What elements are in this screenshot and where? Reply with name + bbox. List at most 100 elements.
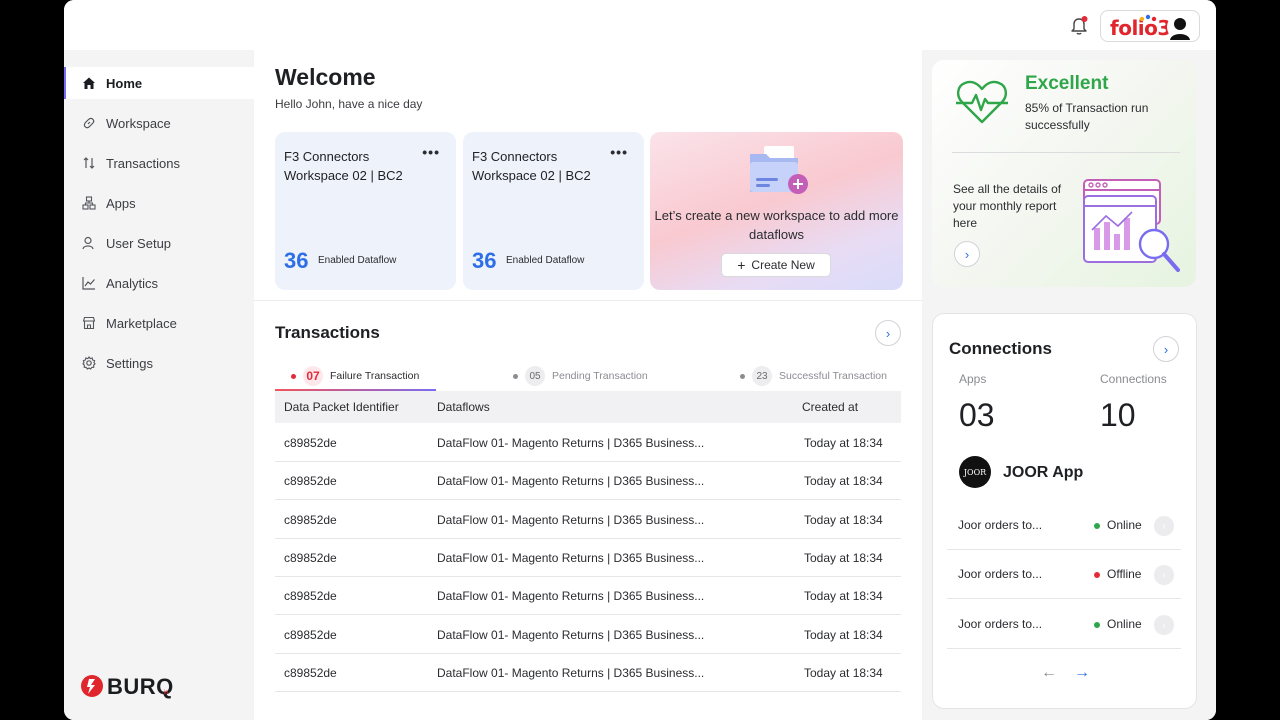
status-text: Online (1107, 617, 1142, 631)
sidebar-item-transactions[interactable]: Transactions (64, 147, 254, 179)
sidebar-item-label: Workspace (106, 115, 171, 131)
sidebar-item-analytics[interactable]: Analytics (64, 267, 254, 299)
link-icon (83, 117, 95, 129)
created-at: Today at 18:34 (804, 513, 883, 527)
created-at: Today at 18:34 (804, 628, 883, 642)
sidebar-item-workspace[interactable]: Workspace (64, 107, 254, 139)
more-menu-icon[interactable]: ••• (422, 144, 440, 160)
column-header: Created at (802, 400, 859, 414)
sidebar-item-user-setup[interactable]: User Setup (64, 227, 254, 259)
chevron-right-icon[interactable]: › (1154, 615, 1174, 635)
report-open-button[interactable]: › (954, 241, 980, 267)
workspace-card[interactable]: F3 Connectors Workspace 02 | BC2 ••• 36 … (463, 132, 644, 290)
created-at: Today at 18:34 (804, 474, 883, 488)
status-text: Offline (1107, 567, 1142, 581)
packet-id: c89852de (284, 513, 337, 527)
connection-row[interactable]: Joor orders to... Offline › (947, 550, 1181, 599)
chevron-right-icon: › (1163, 341, 1169, 357)
sidebar-item-label: Home (106, 75, 143, 91)
plus-icon: + (737, 257, 746, 273)
status-badge: Online (1094, 501, 1142, 550)
report-analytics-icon (1083, 179, 1180, 272)
connection-row[interactable]: Joor orders to... Online › (947, 501, 1181, 550)
dataflow-label: Enabled Dataflow (318, 255, 397, 266)
app-window: folio3 Home Workspace Transactions Apps … (64, 0, 1216, 720)
store-icon (82, 316, 96, 330)
sidebar-item-home[interactable]: Home (64, 67, 254, 99)
connections-next-button[interactable]: › (1153, 336, 1179, 362)
health-title: Excellent (1025, 73, 1109, 94)
sidebar: Home Workspace Transactions Apps User Se… (64, 50, 254, 720)
packet-id: c89852de (284, 628, 337, 642)
transactions-title: Transactions (275, 323, 380, 342)
column-header: Dataflows (437, 400, 490, 414)
sidebar-item-settings[interactable]: Settings (64, 347, 254, 379)
connections-title: Connections (949, 339, 1052, 358)
gear-icon (82, 356, 96, 370)
connections-count: 10 (1100, 397, 1136, 433)
new-workspace-card: Let’s create a new workspace to add more… (650, 132, 903, 290)
status-text: Online (1107, 518, 1142, 532)
table-row[interactable]: c89852de DataFlow 01- Magento Returns | … (275, 654, 901, 692)
table-row[interactable]: c89852de DataFlow 01- Magento Returns | … (275, 424, 901, 462)
bell-icon[interactable] (1068, 14, 1090, 36)
account-switcher[interactable]: folio3 (1100, 10, 1200, 42)
apps-label: Apps (959, 372, 987, 386)
created-at: Today at 18:34 (804, 436, 883, 450)
chart-icon (82, 277, 95, 290)
status-dot (1094, 522, 1100, 529)
tab-label: Successful Transaction (779, 370, 887, 382)
dataflow-name: DataFlow 01- Magento Returns | D365 Busi… (437, 551, 705, 565)
table-row[interactable]: c89852de DataFlow 01- Magento Returns | … (275, 501, 901, 539)
created-at: Today at 18:34 (804, 666, 883, 680)
connection-name: Joor orders to... (958, 617, 1043, 631)
packet-id: c89852de (284, 666, 337, 680)
dataflow-name: DataFlow 01- Magento Returns | D365 Busi… (437, 628, 705, 642)
chevron-right-icon: › (885, 325, 891, 341)
table-row[interactable]: c89852de DataFlow 01- Magento Returns | … (275, 577, 901, 615)
dataflow-name: DataFlow 01- Magento Returns | D365 Busi… (437, 513, 705, 527)
chevron-right-icon[interactable]: › (1154, 565, 1174, 585)
greeting-text: Hello John, have a nice day (275, 97, 423, 111)
table-row[interactable]: c89852de DataFlow 01- Magento Returns | … (275, 616, 901, 654)
sidebar-item-apps[interactable]: Apps (64, 187, 254, 219)
status-dot (513, 373, 518, 379)
tab-pending[interactable]: 05 Pending Transaction (513, 361, 648, 391)
table-row[interactable]: c89852de DataFlow 01- Magento Returns | … (275, 539, 901, 577)
table-header: Data Packet Identifier Dataflows Created… (275, 391, 901, 423)
next-page-arrow-icon[interactable]: → (1074, 664, 1090, 682)
workspace-card[interactable]: F3 Connectors Workspace 02 | BC2 ••• 36 … (275, 132, 456, 290)
divider (952, 152, 1180, 153)
dataflow-count: 36 (284, 248, 309, 273)
more-menu-icon[interactable]: ••• (610, 144, 628, 160)
connection-row[interactable]: Joor orders to... Online › (947, 600, 1181, 649)
folder-add-icon (750, 146, 808, 194)
status-dot (1094, 571, 1100, 578)
logo-text: BURQ (107, 674, 174, 699)
dataflow-name: DataFlow 01- Magento Returns | D365 Busi… (437, 589, 705, 603)
prev-page-arrow-icon[interactable]: ← (1041, 664, 1057, 682)
packet-id: c89852de (284, 551, 337, 565)
right-panel: Excellent 85% of Transaction run success… (922, 50, 1216, 720)
create-new-label: Create New (751, 258, 815, 272)
status-badge: Offline (1094, 550, 1141, 599)
main-content: Welcome Hello John, have a nice day F3 C… (254, 50, 922, 720)
transaction-tabs: 07 Failure Transaction 05 Pending Transa… (275, 361, 902, 391)
tab-successful[interactable]: 23 Successful Transaction (740, 361, 887, 391)
created-at: Today at 18:34 (804, 551, 883, 565)
sidebar-item-label: Apps (106, 195, 136, 211)
status-badge: Online (1094, 600, 1142, 649)
apps-icon (82, 196, 96, 210)
chevron-right-icon[interactable]: › (1154, 516, 1174, 536)
sidebar-item-marketplace[interactable]: Marketplace (64, 307, 254, 339)
tab-count: 23 (752, 366, 772, 386)
workspace-title: F3 Connectors Workspace 02 | BC2 (472, 149, 591, 183)
table-row[interactable]: c89852de DataFlow 01- Magento Returns | … (275, 462, 901, 500)
connections-card: Connections › Apps 03 Connections 10 JOO… (932, 313, 1197, 709)
tab-failure[interactable]: 07 Failure Transaction (291, 361, 419, 391)
brand-dots-icon (1139, 14, 1157, 22)
create-new-button[interactable]: + Create New (721, 253, 831, 277)
health-card: Excellent 85% of Transaction run success… (932, 60, 1196, 287)
user-icon (82, 236, 94, 250)
transactions-next-button[interactable]: › (875, 320, 901, 346)
